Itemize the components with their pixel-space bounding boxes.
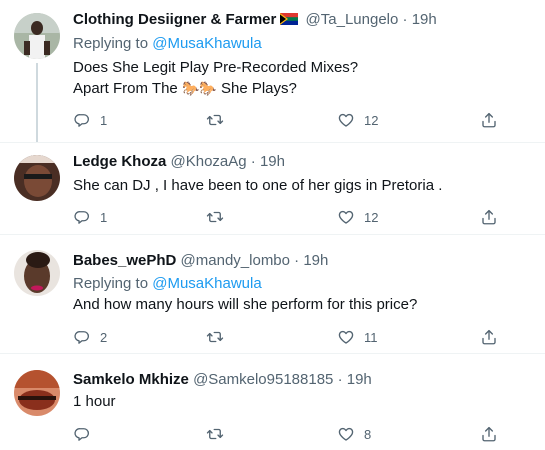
like-count: 12 xyxy=(364,209,379,225)
tweet-header: Clothing Desiigner & Farmer @Ta_Lungelo … xyxy=(73,10,437,30)
avatar[interactable] xyxy=(14,370,60,416)
heart-icon xyxy=(337,328,355,346)
timestamp[interactable]: 19h xyxy=(260,153,285,170)
like-button[interactable]: 12 xyxy=(337,110,378,130)
heart-icon xyxy=(337,111,355,129)
separator: · xyxy=(250,153,256,170)
share-icon xyxy=(480,328,498,346)
tweet-text-line-1: And how many hours will she perform for … xyxy=(73,296,418,313)
retweet-button[interactable] xyxy=(206,110,224,130)
tweet-text-line-2: Apart From The 🐎🐎 She Plays? xyxy=(73,78,297,99)
timestamp[interactable]: 19h xyxy=(412,11,437,28)
reply-icon xyxy=(73,111,91,129)
avatar[interactable] xyxy=(14,13,60,59)
display-name[interactable]: Clothing Desiigner & Farmer xyxy=(73,11,276,28)
display-name[interactable]: Ledge Khoza xyxy=(73,153,166,170)
reply-button[interactable]: 1 xyxy=(73,207,107,227)
reply-icon xyxy=(73,328,91,346)
handle[interactable]: @mandy_lombo xyxy=(181,252,290,269)
handle[interactable]: @Samkelo95188185 xyxy=(193,371,333,388)
heart-icon xyxy=(337,425,355,443)
timestamp[interactable]: 19h xyxy=(303,252,328,269)
like-count: 8 xyxy=(364,426,372,442)
reply-count: 1 xyxy=(100,209,108,225)
like-button[interactable]: 11 xyxy=(337,327,378,347)
share-button[interactable] xyxy=(480,110,498,130)
replying-to-handle[interactable]: @MusaKhawula xyxy=(152,275,261,292)
handle[interactable]: @KhozaAg xyxy=(171,153,247,170)
timestamp[interactable]: 19h xyxy=(347,371,372,388)
text-segment: She Plays? xyxy=(220,80,297,97)
horse-emoji-icon: 🐎🐎 xyxy=(181,80,217,96)
tweet-text-line-1: 1 hour xyxy=(73,393,116,410)
tweet-header: Ledge Khoza @KhozaAg · 19h xyxy=(73,152,285,172)
replying-to: Replying to @MusaKhawula xyxy=(73,34,262,54)
retweet-icon xyxy=(206,111,224,129)
tweet-actions: 1 12 xyxy=(73,110,503,130)
reply-button[interactable]: 1 xyxy=(73,110,107,130)
replying-to-label: Replying to xyxy=(73,35,149,52)
handle[interactable]: @Ta_Lungelo xyxy=(306,11,399,28)
retweet-icon xyxy=(206,425,224,443)
retweet-button[interactable] xyxy=(206,424,224,444)
retweet-icon xyxy=(206,208,224,226)
like-button[interactable]: 8 xyxy=(337,424,371,444)
separator: · xyxy=(294,252,300,269)
reply-button[interactable]: 2 xyxy=(73,327,107,347)
thread-line xyxy=(36,63,38,142)
reply-button[interactable] xyxy=(73,424,91,444)
share-icon xyxy=(480,425,498,443)
like-count: 12 xyxy=(364,112,379,128)
replying-to-label: Replying to xyxy=(73,275,149,292)
retweet-button[interactable] xyxy=(206,327,224,347)
tweet-text-line-1: She can DJ , I have been to one of her g… xyxy=(73,177,443,194)
share-button[interactable] xyxy=(480,424,498,444)
tweet-actions: 8 xyxy=(73,424,503,444)
reply-icon xyxy=(73,208,91,226)
text-segment: Apart From The xyxy=(73,80,178,97)
reply-icon xyxy=(73,425,91,443)
tweet-header: Babes_wePhD @mandy_lombo · 19h xyxy=(73,251,328,271)
retweet-icon xyxy=(206,328,224,346)
tweet-text-line-1: Does She Legit Play Pre-Recorded Mixes? xyxy=(73,59,359,76)
like-button[interactable]: 12 xyxy=(337,207,378,227)
tweet-2[interactable]: Ledge Khoza @KhozaAg · 19h She can DJ , … xyxy=(0,143,545,234)
south-africa-flag-icon xyxy=(280,11,299,25)
avatar[interactable] xyxy=(14,250,60,296)
tweet-4[interactable]: Samkelo Mkhize @Samkelo95188185 · 19h 1 … xyxy=(0,354,545,450)
replying-to-handle[interactable]: @MusaKhawula xyxy=(152,35,261,52)
separator: · xyxy=(337,371,343,388)
share-icon xyxy=(480,111,498,129)
tweet-3[interactable]: Babes_wePhD @mandy_lombo · 19h Replying … xyxy=(0,235,545,353)
like-count: 11 xyxy=(364,329,378,345)
share-icon xyxy=(480,208,498,226)
share-button[interactable] xyxy=(480,207,498,227)
share-button[interactable] xyxy=(480,327,498,347)
retweet-button[interactable] xyxy=(206,207,224,227)
reply-count: 1 xyxy=(100,112,108,128)
tweet-actions: 2 11 xyxy=(73,327,503,347)
tweet-actions: 1 12 xyxy=(73,207,503,227)
heart-icon xyxy=(337,208,355,226)
reply-count: 2 xyxy=(100,329,108,345)
separator: · xyxy=(402,11,408,28)
display-name[interactable]: Samkelo Mkhize xyxy=(73,371,189,388)
tweet-1[interactable]: Clothing Desiigner & Farmer @Ta_Lungelo … xyxy=(0,0,545,142)
avatar[interactable] xyxy=(14,155,60,201)
tweet-header: Samkelo Mkhize @Samkelo95188185 · 19h xyxy=(73,370,372,390)
display-name[interactable]: Babes_wePhD xyxy=(73,252,176,269)
replying-to: Replying to @MusaKhawula xyxy=(73,274,262,294)
